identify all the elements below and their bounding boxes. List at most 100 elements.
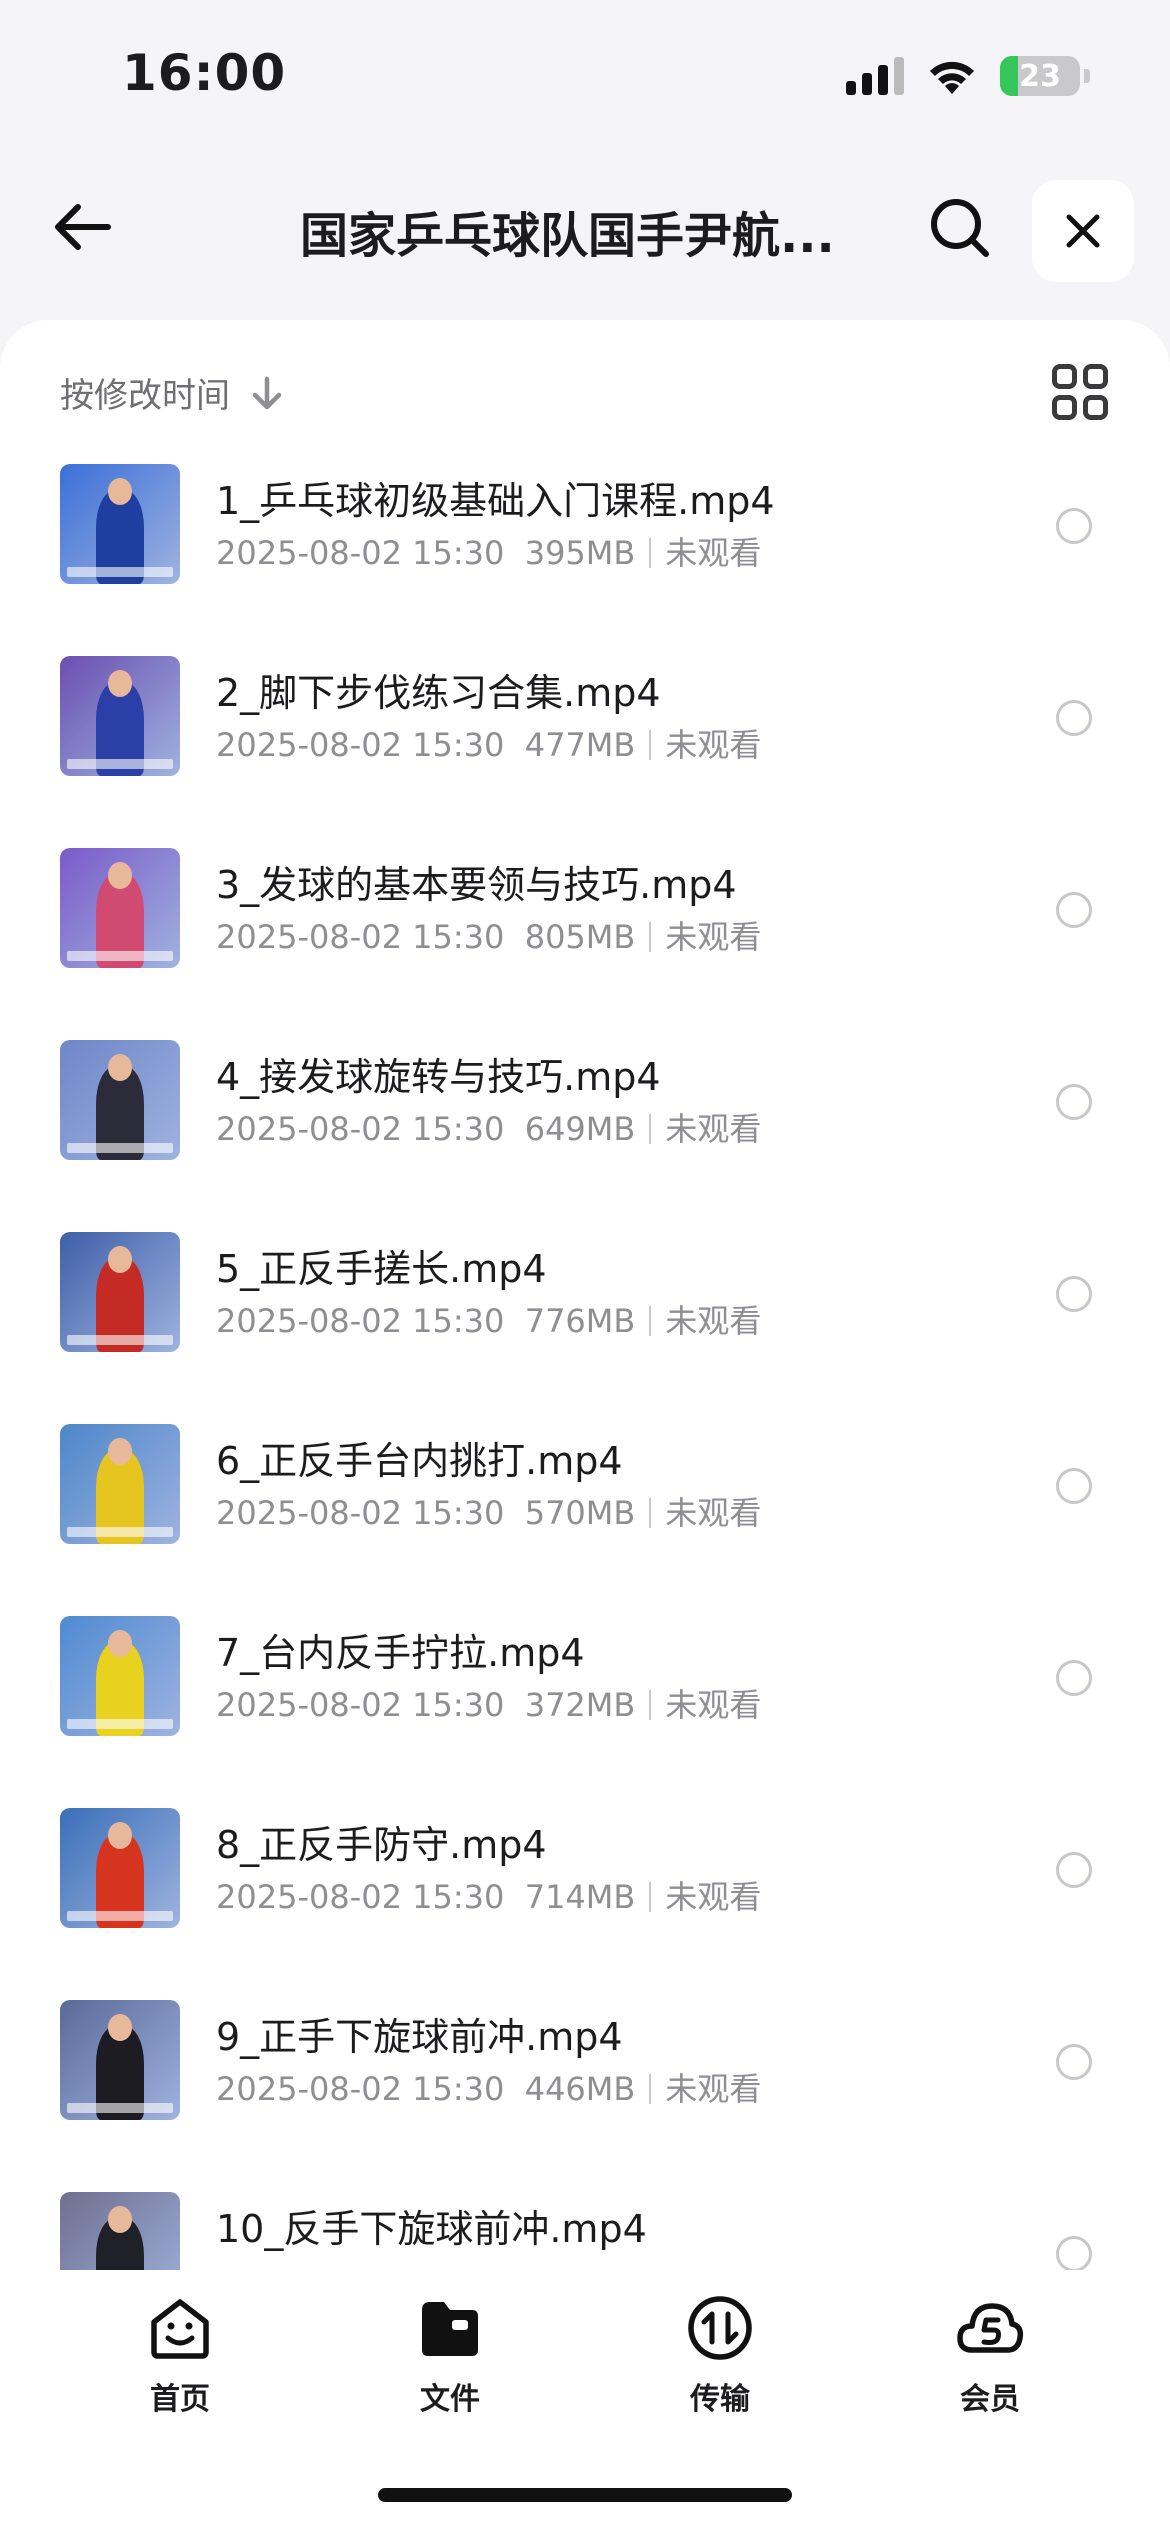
file-date: 2025-08-02 15:30	[216, 534, 505, 572]
status-time: 16:00	[122, 44, 287, 102]
file-name: 2_脚下步伐练习合集.mp4	[216, 671, 661, 715]
meta-divider	[649, 538, 652, 568]
sort-control[interactable]: 按修改时间	[60, 368, 284, 417]
file-size: 570MB	[524, 1494, 636, 1532]
file-name: 4_接发球旋转与技巧.mp4	[216, 1055, 661, 1099]
file-name: 9_正手下旋球前冲.mp4	[216, 2015, 623, 2059]
file-row[interactable]: 5_正反手搓长.mp4 2025-08-02 15:30 776MB 未观看	[0, 1228, 1170, 1420]
select-radio[interactable]	[1056, 508, 1092, 544]
close-button[interactable]	[1032, 180, 1134, 282]
select-radio[interactable]	[1056, 1276, 1092, 1312]
tab-home[interactable]: 首页	[80, 2292, 280, 2418]
file-meta: 2025-08-02 15:30 649MB 未观看	[216, 1104, 761, 1150]
watch-status: 未观看	[665, 918, 762, 956]
sort-label: 按修改时间	[60, 376, 230, 416]
file-row[interactable]: 8_正反手防守.mp4 2025-08-02 15:30 714MB 未观看	[0, 1804, 1170, 1996]
search-button[interactable]	[928, 196, 992, 260]
file-size: 372MB	[524, 1686, 636, 1724]
folder-icon	[422, 2302, 478, 2356]
battery-charging-icon: 23	[1000, 56, 1080, 96]
home-smile-icon	[151, 2299, 209, 2359]
file-meta: 2025-08-02 15:30 446MB 未观看	[216, 2064, 761, 2110]
status-icons: 23	[846, 56, 1090, 96]
select-radio[interactable]	[1056, 2236, 1092, 2270]
file-date: 2025-08-02 15:30	[216, 726, 505, 764]
file-row[interactable]: 4_接发球旋转与技巧.mp4 2025-08-02 15:30 649MB 未观看	[0, 1036, 1170, 1228]
file-name: 6_正反手台内挑打.mp4	[216, 1439, 623, 1483]
video-thumbnail	[60, 1808, 180, 1928]
battery-level: 23	[1019, 58, 1061, 94]
status-bar: 16:00 23	[0, 0, 1170, 150]
tab-home-label: 首页	[150, 2382, 210, 2417]
select-radio[interactable]	[1056, 1852, 1092, 1888]
file-meta: 2025-08-02 15:30 805MB 未观看	[216, 912, 761, 958]
file-size: 649MB	[524, 1110, 636, 1148]
file-meta: 2025-08-02 15:30 776MB 未观看	[216, 1296, 761, 1342]
file-date: 2025-08-02 15:30	[216, 1686, 505, 1724]
file-size: 446MB	[524, 2070, 636, 2108]
meta-divider	[649, 1882, 652, 1912]
video-thumbnail	[60, 2000, 180, 2120]
file-size: 395MB	[524, 534, 636, 572]
file-date: 2025-08-02 15:30	[216, 1494, 505, 1532]
file-size: 714MB	[524, 1878, 636, 1916]
file-row[interactable]: 6_正反手台内挑打.mp4 2025-08-02 15:30 570MB 未观看	[0, 1420, 1170, 1612]
select-radio[interactable]	[1056, 1084, 1092, 1120]
nav-bar: 国家乒乓球队国手尹航...	[0, 160, 1170, 300]
file-name: 10_反手下旋球前冲.mp4	[216, 2207, 647, 2251]
file-date: 2025-08-02 15:30	[216, 2070, 505, 2108]
grid-view-icon[interactable]	[1052, 364, 1108, 420]
video-thumbnail	[60, 1040, 180, 1160]
vip-cloud-icon	[957, 2303, 1024, 2353]
file-meta: 2025-08-02 15:30 395MB 未观看	[216, 528, 761, 574]
file-date: 2025-08-02 15:30	[216, 918, 505, 956]
meta-divider	[649, 730, 652, 760]
battery-tip	[1084, 69, 1090, 83]
watch-status: 未观看	[665, 1302, 762, 1340]
file-name: 1_乒乓球初级基础入门课程.mp4	[216, 479, 775, 523]
watch-status: 未观看	[665, 1494, 762, 1532]
video-thumbnail	[60, 656, 180, 776]
file-name: 7_台内反手拧拉.mp4	[216, 1631, 585, 1675]
file-row[interactable]: 10_反手下旋球前冲.mp4	[0, 2188, 1170, 2270]
meta-divider	[649, 2074, 652, 2104]
select-radio[interactable]	[1056, 700, 1092, 736]
file-row[interactable]: 2_脚下步伐练习合集.mp4 2025-08-02 15:30 477MB 未观看	[0, 652, 1170, 844]
tab-vip-label: 会员	[960, 2382, 1020, 2417]
file-list: 1_乒乓球初级基础入门课程.mp4 2025-08-02 15:30 395MB 未…	[0, 460, 1170, 2270]
file-date: 2025-08-02 15:30	[216, 1302, 505, 1340]
search-icon	[931, 199, 989, 257]
file-name: 8_正反手防守.mp4	[216, 1823, 547, 1867]
meta-divider	[649, 922, 652, 952]
back-button[interactable]	[48, 192, 118, 262]
video-thumbnail	[60, 848, 180, 968]
tab-files[interactable]: 文件	[350, 2292, 550, 2418]
meta-divider	[649, 1114, 652, 1144]
select-radio[interactable]	[1056, 2044, 1092, 2080]
select-radio[interactable]	[1056, 1468, 1092, 1504]
file-sheet: 按修改时间 1_乒乓球初级基础入门课程.mp4 2025-08-02 15:30 …	[0, 320, 1170, 2270]
file-row[interactable]: 1_乒乓球初级基础入门课程.mp4 2025-08-02 15:30 395MB 未…	[0, 460, 1170, 652]
watch-status: 未观看	[665, 1878, 762, 1916]
file-meta: 2025-08-02 15:30 372MB 未观看	[216, 1680, 761, 1726]
file-size: 776MB	[524, 1302, 636, 1340]
video-thumbnail	[60, 1232, 180, 1352]
file-name: 5_正反手搓长.mp4	[216, 1247, 547, 1291]
select-radio[interactable]	[1056, 1660, 1092, 1696]
tab-transfer[interactable]: 传输	[620, 2292, 820, 2418]
page-title: 国家乒乓球队国手尹航...	[300, 208, 835, 264]
file-row[interactable]: 3_发球的基本要领与技巧.mp4 2025-08-02 15:30 805MB 未观…	[0, 844, 1170, 1036]
tab-vip[interactable]: 会员	[890, 2292, 1090, 2418]
file-meta: 2025-08-02 15:30 714MB 未观看	[216, 1872, 761, 1918]
file-row[interactable]: 9_正手下旋球前冲.mp4 2025-08-02 15:30 446MB 未观看	[0, 1996, 1170, 2188]
select-radio[interactable]	[1056, 892, 1092, 928]
video-thumbnail	[60, 1616, 180, 1736]
meta-divider	[649, 1690, 652, 1720]
video-thumbnail	[60, 2192, 180, 2270]
video-thumbnail	[60, 464, 180, 584]
transfer-icon	[688, 2296, 752, 2360]
signal-icon	[846, 57, 904, 95]
file-date: 2025-08-02 15:30	[216, 1878, 505, 1916]
file-row[interactable]: 7_台内反手拧拉.mp4 2025-08-02 15:30 372MB 未观看	[0, 1612, 1170, 1804]
file-name: 3_发球的基本要领与技巧.mp4	[216, 863, 737, 907]
